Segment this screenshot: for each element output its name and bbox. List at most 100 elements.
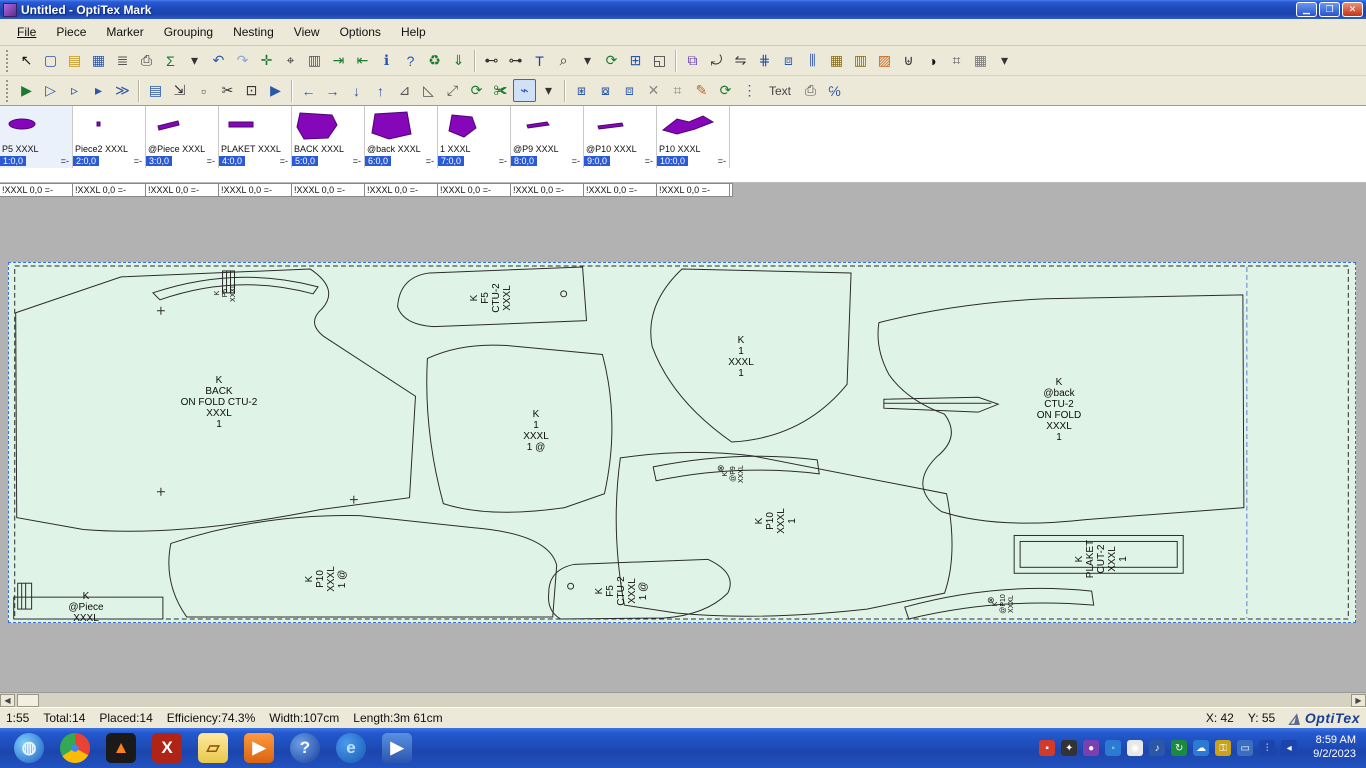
- media-orange-icon[interactable]: ▶: [244, 733, 274, 763]
- cage-view-icon[interactable]: ⌗: [666, 79, 689, 102]
- scroll-right-arrow[interactable]: ▶: [1351, 694, 1366, 707]
- nest-pause-icon[interactable]: ▷: [39, 79, 62, 102]
- menu-piece[interactable]: Piece: [47, 21, 95, 43]
- menu-nesting[interactable]: Nesting: [224, 21, 283, 43]
- update-dot-icon[interactable]: ●: [1083, 740, 1100, 756]
- size-cell[interactable]: !XXXL 0,0 =-: [365, 184, 438, 196]
- size-cell[interactable]: !XXXL 0,0 =-: [292, 184, 365, 196]
- redo-icon[interactable]: ↷: [231, 49, 254, 72]
- piece-cell-1[interactable]: 1 XXXL 7:0,0 =-: [438, 106, 511, 168]
- context-help-icon[interactable]: ?: [399, 49, 422, 72]
- dropdown-arrow-icon[interactable]: ▾: [183, 49, 206, 72]
- text-annotation-button[interactable]: Text: [762, 79, 798, 102]
- zoom-page-icon[interactable]: ◱: [648, 49, 671, 72]
- mini-nest-icon[interactable]: ▫: [192, 79, 215, 102]
- toolbar-grip[interactable]: [6, 49, 10, 72]
- recycle-icon[interactable]: ♻: [423, 49, 446, 72]
- distribute-pieces-icon[interactable]: ⧈: [777, 49, 800, 72]
- print-icon[interactable]: ⎙: [135, 49, 158, 72]
- flip-horizontal-icon[interactable]: ⊿: [393, 79, 416, 102]
- strip-view-icon[interactable]: ▤: [144, 79, 167, 102]
- trim-cut-icon[interactable]: ✂: [216, 79, 239, 102]
- move-down-icon[interactable]: ↓: [345, 79, 368, 102]
- refresh-marker-icon[interactable]: ⟳: [714, 79, 737, 102]
- move-up-icon[interactable]: ↑: [369, 79, 392, 102]
- zoom-window-icon[interactable]: ⊞: [624, 49, 647, 72]
- size-cell[interactable]: !XXXL 0,0 =-: [438, 184, 511, 196]
- save-icon[interactable]: ▦: [87, 49, 110, 72]
- add-piece-icon[interactable]: ✛: [255, 49, 278, 72]
- plaid-fabric-icon[interactable]: ▦: [825, 49, 848, 72]
- nest-option-2-icon[interactable]: ⧇: [594, 79, 617, 102]
- measure-length-icon[interactable]: ⊷: [480, 49, 503, 72]
- hatch-fabric-icon[interactable]: ▨: [873, 49, 896, 72]
- nest-start-icon[interactable]: ▶: [15, 79, 38, 102]
- undo-icon[interactable]: ↶: [207, 49, 230, 72]
- menu-view[interactable]: View: [285, 21, 329, 43]
- internet-explorer-icon[interactable]: e: [336, 733, 366, 763]
- piece-cell-plaket[interactable]: PLAKET XXXL 4:0,0 =-: [219, 106, 292, 168]
- menu-help[interactable]: Help: [392, 21, 435, 43]
- piece-cell-piece2[interactable]: Piece2 XXXL 2:0,0 =-: [73, 106, 146, 168]
- nest-run-all-icon[interactable]: ≫: [111, 79, 134, 102]
- delete-piece-icon[interactable]: ✕: [642, 79, 665, 102]
- maximize-button[interactable]: ❐: [1319, 2, 1340, 17]
- marker-properties-icon[interactable]: ⧉: [681, 49, 704, 72]
- signal-bars-icon[interactable]: ⫶: [1259, 740, 1276, 756]
- nest-end-icon[interactable]: ▸: [87, 79, 110, 102]
- export-icon[interactable]: ⇤: [351, 49, 374, 72]
- chrome-tray-icon[interactable]: ◉: [1127, 740, 1144, 756]
- dropdown-arrow-icon[interactable]: ▾: [993, 49, 1016, 72]
- cut-percent-icon[interactable]: ℅: [823, 79, 846, 102]
- nest-option-3-icon[interactable]: ⧈: [618, 79, 641, 102]
- play-right-icon[interactable]: ▶: [264, 79, 287, 102]
- vlc-icon[interactable]: ▲: [106, 733, 136, 763]
- export-table-icon[interactable]: Σ: [159, 49, 182, 72]
- shade-view-icon[interactable]: ◑: [921, 49, 944, 72]
- move-left-icon[interactable]: ←: [297, 79, 320, 102]
- gpu-settings-icon[interactable]: ✦: [1061, 740, 1078, 756]
- piece-cell-at-p10[interactable]: @P10 XXXL 9:0,0 =-: [584, 106, 657, 168]
- alert-shield-icon[interactable]: ▪: [1039, 740, 1056, 756]
- folder-icon[interactable]: ▱: [198, 733, 228, 763]
- snip-tool-icon[interactable]: ✀: [489, 79, 512, 102]
- sync-icon[interactable]: ↻: [1171, 740, 1188, 756]
- display-icon[interactable]: ▭: [1237, 740, 1254, 756]
- menu-file[interactable]: File: [8, 21, 45, 43]
- step-pieces-icon[interactable]: ⋮: [738, 79, 761, 102]
- scroll-left-arrow[interactable]: ◀: [0, 694, 15, 707]
- size-cell[interactable]: !XXXL 0,0 =-: [73, 184, 146, 196]
- align-pieces-icon[interactable]: ⋕: [753, 49, 776, 72]
- edit-marker-icon[interactable]: ✎: [690, 79, 713, 102]
- print-marker-icon[interactable]: ⎙: [799, 79, 822, 102]
- piece-cell-back[interactable]: BACK XXXL 5:0,0 =-: [292, 106, 365, 168]
- nest-step-icon[interactable]: ▹: [63, 79, 86, 102]
- send-down-icon[interactable]: ⇓: [447, 49, 470, 72]
- new-document-icon[interactable]: ▢: [39, 49, 62, 72]
- piece-report-icon[interactable]: ▥: [303, 49, 326, 72]
- security-key-icon[interactable]: ⚿: [1215, 740, 1232, 756]
- onedrive-icon[interactable]: ☁: [1193, 740, 1210, 756]
- close-button[interactable]: ✕: [1342, 2, 1363, 17]
- rotate-piece-icon[interactable]: ⤾: [705, 49, 728, 72]
- minimize-button[interactable]: ▁: [1296, 2, 1317, 17]
- grid-view-icon[interactable]: ▦: [969, 49, 992, 72]
- size-cell[interactable]: !XXXL 0,0 =-: [146, 184, 219, 196]
- excel-icon[interactable]: X: [152, 733, 182, 763]
- piece-cell-at-back[interactable]: @back XXXL 6:0,0 =-: [365, 106, 438, 168]
- start-globe-icon[interactable]: ◍: [14, 733, 44, 763]
- rotate-45-icon[interactable]: ⤢: [441, 79, 464, 102]
- dropdown-arrow-icon[interactable]: ▾: [576, 49, 599, 72]
- open-folder-icon[interactable]: ▤: [63, 49, 86, 72]
- move-right-icon[interactable]: →: [321, 79, 344, 102]
- refresh-view-icon[interactable]: ⟳: [600, 49, 623, 72]
- piece-cell-at-p9[interactable]: @P9 XXXL 8:0,0 =-: [511, 106, 584, 168]
- messenger-icon[interactable]: ◦: [1105, 740, 1122, 756]
- info-icon[interactable]: ℹ: [375, 49, 398, 72]
- menu-options[interactable]: Options: [331, 21, 390, 43]
- piece-cell-p10[interactable]: P10 XXXL 10:0,0 =-: [657, 106, 730, 168]
- import-icon[interactable]: ⇥: [327, 49, 350, 72]
- media-player-icon[interactable]: ▶: [382, 733, 412, 763]
- chrome-icon[interactable]: ●: [60, 733, 90, 763]
- select-tool-icon[interactable]: ↖: [15, 49, 38, 72]
